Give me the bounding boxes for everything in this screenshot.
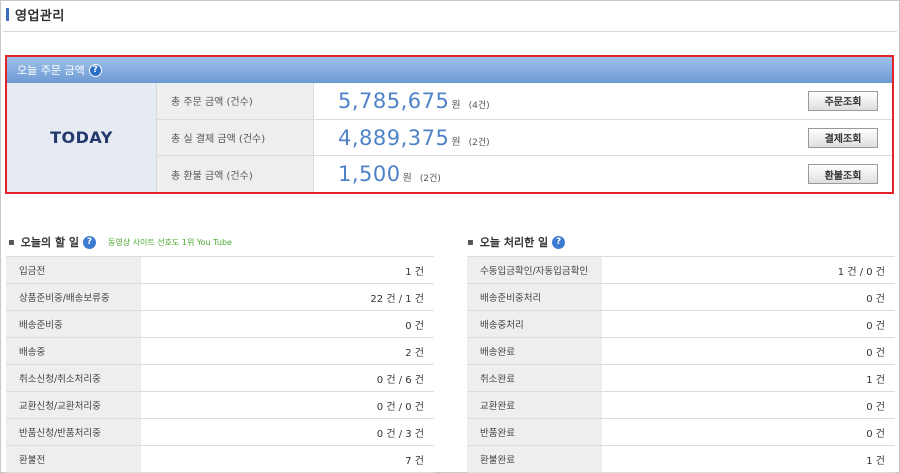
promo-link[interactable]: 동영상 사이트 선호도 1위 You Tube — [108, 237, 232, 248]
today-row-order: 총 주문 금액 (건수) 5,785,675 원 (4건) 주문조회 — [157, 83, 892, 120]
table-row[interactable]: 교환신청/교환처리중 0 건 / 0 건 — [6, 392, 434, 419]
table-row[interactable]: 입금전 1 건 — [6, 257, 434, 284]
payment-count: (2건) — [468, 137, 490, 148]
today-row-label: 총 환불 금액 (건수) — [157, 156, 314, 193]
order-amount: 5,785,675 — [338, 88, 450, 113]
done-section-header: ▪ 오늘 처리한 일 ? — [467, 233, 566, 251]
row-label: 취소완료 — [467, 365, 602, 391]
table-row[interactable]: 배송준비중 0 건 — [6, 311, 434, 338]
row-label: 수동입금확인/자동입금확인 — [467, 257, 602, 283]
row-value: 0 건 / 6 건 — [376, 374, 424, 386]
todo-table: 입금전 1 건 상품준비중/배송보류중 22 건 / 1 건 배송준비중 0 건 배송… — [6, 256, 434, 473]
refund-count: (2건) — [419, 174, 441, 185]
table-row[interactable]: 반품완료 0 건 — [467, 419, 895, 446]
table-row[interactable]: 취소신청/취소처리중 0 건 / 6 건 — [6, 365, 434, 392]
row-value: 0 건 — [405, 320, 424, 332]
page-header: 영업관리 — [6, 4, 65, 24]
row-label: 배송완료 — [467, 338, 602, 364]
row-label: 환불전 — [6, 446, 141, 472]
row-value: 1 건 — [866, 455, 885, 467]
table-row[interactable]: 상품준비중/배송보류중 22 건 / 1 건 — [6, 284, 434, 311]
payment-amount: 4,889,375 — [338, 125, 450, 150]
row-value: 0 건 — [866, 293, 885, 305]
row-label: 상품준비중/배송보류중 — [6, 284, 141, 310]
today-rows: 총 주문 금액 (건수) 5,785,675 원 (4건) 주문조회 총 실 결… — [157, 83, 892, 193]
help-icon[interactable]: ? — [552, 235, 566, 249]
bullet-icon: ▪ — [467, 236, 474, 248]
row-label: 교환완료 — [467, 392, 602, 418]
table-row[interactable]: 환불완료 1 건 — [467, 446, 895, 473]
title-divider — [3, 31, 897, 32]
bullet-icon: ▪ — [8, 236, 15, 248]
row-value: 1 건 — [405, 266, 424, 278]
help-icon[interactable]: ? — [88, 63, 102, 77]
row-label: 취소신청/취소처리중 — [6, 365, 141, 391]
table-row[interactable]: 배송준비중처리 0 건 — [467, 284, 895, 311]
today-label: TODAY — [50, 128, 113, 147]
today-row-amount-wrap: 5,785,675 원 (4건) — [314, 89, 808, 113]
row-value: 22 건 / 1 건 — [370, 293, 424, 305]
table-row[interactable]: 환불전 7 건 — [6, 446, 434, 473]
today-row-label: 총 실 결제 금액 (건수) — [157, 119, 314, 156]
row-label: 입금전 — [6, 257, 141, 283]
row-value: 0 건 — [866, 320, 885, 332]
table-row[interactable]: 취소완료 1 건 — [467, 365, 895, 392]
today-row-refund: 총 환불 금액 (건수) 1,500 원 (2건) 환불조회 — [157, 156, 892, 193]
table-row[interactable]: 수동입금확인/자동입금확인 1 건 / 0 건 — [467, 257, 895, 284]
row-value: 0 건 — [866, 401, 885, 413]
refund-lookup-button[interactable]: 환불조회 — [808, 164, 878, 185]
today-panel-title: 오늘 주문 금액 — [17, 64, 85, 77]
help-icon[interactable]: ? — [83, 235, 97, 249]
table-row[interactable]: 교환완료 0 건 — [467, 392, 895, 419]
today-label-cell: TODAY — [7, 83, 157, 192]
order-lookup-button[interactable]: 주문조회 — [808, 90, 878, 111]
row-value: 2 건 — [405, 347, 424, 359]
row-label: 반품신청/반품처리중 — [6, 419, 141, 445]
today-panel-body: TODAY 총 주문 금액 (건수) 5,785,675 원 (4건) 주문조회… — [7, 83, 892, 193]
today-row-label: 총 주문 금액 (건수) — [157, 83, 314, 119]
row-label: 배송준비중처리 — [467, 284, 602, 310]
today-row-amount-wrap: 4,889,375 원 (2건) — [314, 126, 808, 150]
row-value: 0 건 / 3 건 — [376, 428, 424, 440]
row-label: 배송중처리 — [467, 311, 602, 337]
today-order-panel: 오늘 주문 금액 ? TODAY 총 주문 금액 (건수) 5,785,675 … — [5, 55, 894, 194]
row-value: 0 건 — [866, 428, 885, 440]
table-row[interactable]: 배송중 2 건 — [6, 338, 434, 365]
currency-unit: 원 — [451, 136, 461, 148]
done-table: 수동입금확인/자동입금확인 1 건 / 0 건 배송준비중처리 0 건 배송중처리 0… — [467, 256, 895, 473]
table-row[interactable]: 반품신청/반품처리중 0 건 / 3 건 — [6, 419, 434, 446]
row-label: 환불완료 — [467, 446, 602, 472]
row-label: 배송중 — [6, 338, 141, 364]
today-row-payment: 총 실 결제 금액 (건수) 4,889,375 원 (2건) 결제조회 — [157, 119, 892, 157]
payment-lookup-button[interactable]: 결제조회 — [808, 127, 878, 148]
table-row[interactable]: 배송중처리 0 건 — [467, 311, 895, 338]
currency-unit: 원 — [451, 99, 461, 111]
todo-section-header: ▪ 오늘의 할 일 ? 동영상 사이트 선호도 1위 You Tube — [8, 233, 232, 251]
row-value: 0 건 / 0 건 — [376, 401, 424, 413]
row-value: 1 건 — [866, 374, 885, 386]
refund-amount: 1,500 — [338, 162, 401, 187]
row-value: 1 건 / 0 건 — [837, 266, 885, 278]
row-value: 0 건 — [866, 347, 885, 359]
page-title: 영업관리 — [15, 8, 65, 24]
row-label: 교환신청/교환처리중 — [6, 392, 141, 418]
table-row[interactable]: 배송완료 0 건 — [467, 338, 895, 365]
row-value: 7 건 — [405, 455, 424, 467]
currency-unit: 원 — [402, 173, 412, 185]
row-label: 반품완료 — [467, 419, 602, 445]
row-label: 배송준비중 — [6, 311, 141, 337]
title-marker — [6, 7, 9, 21]
today-row-amount-wrap: 1,500 원 (2건) — [314, 162, 808, 186]
order-count: (4건) — [468, 100, 490, 111]
done-section-title: 오늘 처리한 일 — [479, 236, 549, 249]
today-panel-header: 오늘 주문 금액 ? — [7, 57, 892, 83]
todo-section-title: 오늘의 할 일 — [20, 236, 80, 249]
